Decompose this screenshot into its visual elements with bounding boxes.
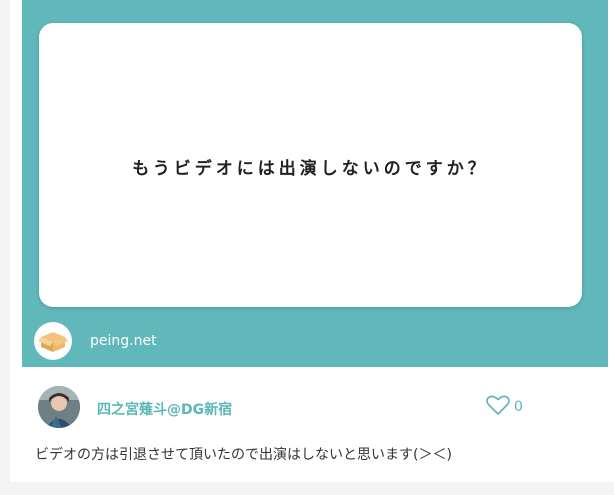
answerer-row: 四之宮薙斗@DG新宿 0 bbox=[38, 386, 598, 428]
avatar[interactable] bbox=[38, 386, 80, 428]
peing-brand: peing.net bbox=[34, 321, 157, 361]
cardboard-box-icon bbox=[34, 322, 72, 360]
username[interactable]: 四之宮薙斗@DG新宿 bbox=[97, 399, 232, 419]
like-count: 0 bbox=[514, 399, 523, 415]
question-text: もうビデオには出演しないのですか？ bbox=[132, 158, 489, 179]
heart-icon bbox=[486, 395, 510, 419]
answer-text: ビデオの方は引退させて頂いたので出演はしないと思います(＞＜) bbox=[35, 447, 452, 463]
question-box: もうビデオには出演しないのですか？ bbox=[39, 23, 582, 307]
peing-domain: peing.net bbox=[90, 333, 157, 349]
question-card-image[interactable]: もうビデオには出演しないのですか？ peing.net bbox=[22, 0, 608, 367]
answer-card: もうビデオには出演しないのですか？ peing.net 四之宮薙斗@DG新宿 0… bbox=[10, 0, 614, 482]
like-button[interactable]: 0 bbox=[486, 395, 523, 419]
